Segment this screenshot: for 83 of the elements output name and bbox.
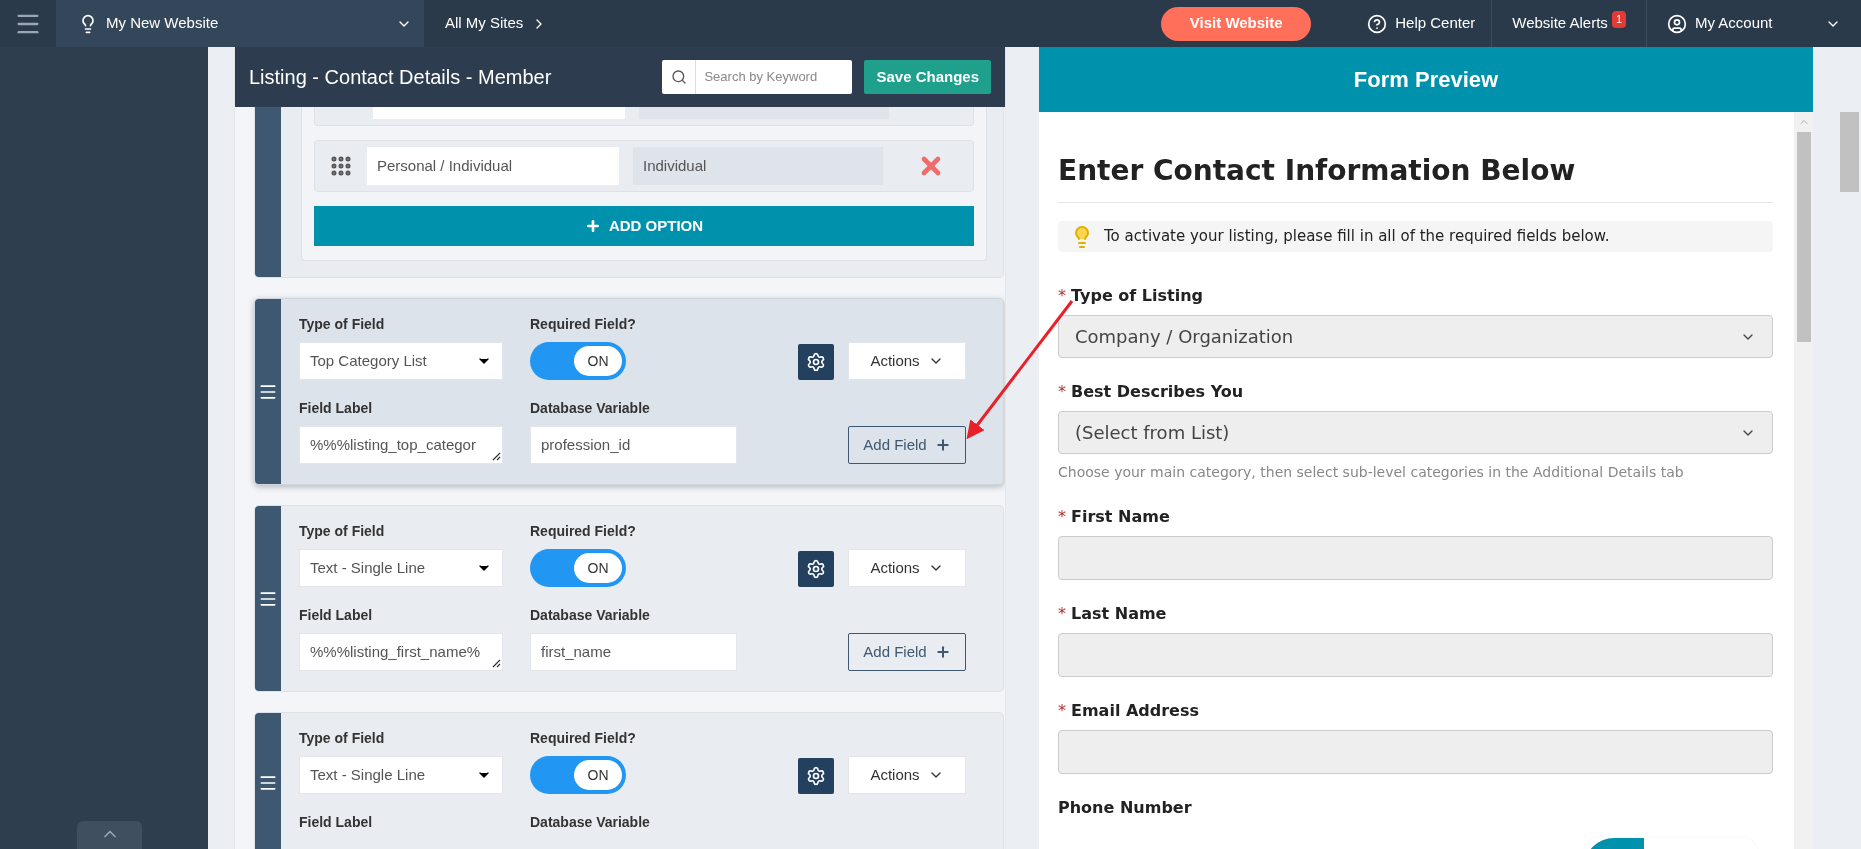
dropdown-select[interactable]: Company / Organization [1058,315,1773,358]
scrollbar[interactable] [1794,112,1813,849]
field-type-select[interactable]: Text - Single Line [299,549,503,587]
settings-button[interactable] [798,344,834,380]
option-value-input[interactable] [639,107,889,119]
required-toggle[interactable]: ON [530,342,626,380]
field-label-label: Field Label [299,399,374,418]
settings-icon [806,559,826,579]
drag-handle[interactable] [255,299,281,484]
database-variable-label: Database Variable [530,813,651,832]
scroll-top-button[interactable] [77,821,142,849]
drag-handle[interactable] [255,713,281,849]
search-icon [670,69,687,85]
actions-button[interactable]: Actions [848,549,966,587]
required-toggle[interactable]: ON [530,756,626,794]
plus-icon [934,437,951,453]
field-type-label: Type of Field [299,729,386,748]
editor-title: Listing - Contact Details - Member [249,65,553,90]
notice-text: To activate your listing, please fill in all of the required fields below. [1104,226,1610,248]
resize-handle-icon [491,658,501,668]
settings-icon [806,352,826,372]
text-input[interactable] [1058,633,1773,677]
text-input[interactable] [1058,730,1773,774]
field-label-label: Field Label [299,813,374,832]
database-variable-label: Database Variable [530,606,651,625]
required-asterisk: * [1058,285,1066,307]
field-label: Last Name [1071,603,1167,625]
required-asterisk: * [1058,381,1066,403]
add-field-button[interactable]: Add Field [848,633,966,671]
settings-button[interactable] [798,758,834,794]
preview-header: Form Preview [1039,47,1813,112]
user-icon [1667,13,1687,34]
required-asterisk: * [1058,700,1066,722]
field-label-input[interactable]: %%%listing_first_name% [299,633,503,671]
field-label-label: Field Label [299,606,374,625]
dropdown-select[interactable]: (Select from List) [1058,411,1773,454]
field-type-select[interactable]: Text - Single Line [299,756,503,794]
drag-handle[interactable] [255,506,281,691]
all-sites-link[interactable]: All My Sites [424,0,548,47]
field-label: Phone Number [1058,797,1192,819]
drag-icon [258,773,278,793]
plus-icon [934,644,951,660]
field-type-select[interactable]: Top Category List [299,342,503,380]
required-asterisk: * [1058,603,1066,625]
site-selector[interactable]: My New Website [56,0,424,47]
drag-handle[interactable] [255,107,281,277]
help-icon [1367,13,1388,34]
option-label-input[interactable]: Personal / Individual [367,147,619,185]
required-label: Required Field? [530,315,636,334]
add-field-button[interactable]: Add Field [848,426,966,464]
scrollbar-thumb[interactable] [1796,132,1811,342]
required-label: Required Field? [530,522,636,541]
search-button[interactable] [662,60,697,94]
settings-icon [806,766,826,786]
field-label: First Name [1071,506,1170,528]
database-variable-label: Database Variable [530,399,651,418]
actions-button[interactable]: Actions [848,756,966,794]
required-label: Required Field? [530,729,636,748]
field-label: Best Describes You [1071,381,1244,403]
option-label-input[interactable] [373,107,625,119]
search-field[interactable]: Search by Keyword [696,60,853,94]
form-title: Enter Contact Information Below [1058,150,1773,203]
field-label: Email Address [1071,700,1199,722]
plus-icon [584,218,601,234]
field-label: Type of Listing [1071,285,1204,307]
database-variable-input[interactable]: profession_id [530,426,737,464]
add-option-button[interactable]: ADD OPTION [314,206,974,246]
required-toggle[interactable]: ON [530,549,626,587]
required-asterisk: * [1058,506,1066,528]
settings-button[interactable] [798,551,834,587]
drag-icon [329,154,353,178]
alert-count-badge: 1 [1611,11,1626,28]
actions-button[interactable]: Actions [848,342,966,380]
scrollbar-thumb[interactable] [1840,112,1859,192]
field-type-label: Type of Field [299,315,386,334]
database-variable-input[interactable]: first_name [530,633,737,671]
field-type-label: Type of Field [299,522,386,541]
text-input[interactable] [1058,536,1773,580]
help-text: Choose your main category, then select sub-level categories in the Additional Details tab [1058,463,1685,482]
field-label-input[interactable]: %%%listing_top_categor [299,426,503,464]
account-menu[interactable]: My Account [1647,0,1861,47]
option-value-input[interactable]: Individual [633,147,883,185]
resize-handle-icon [491,451,501,461]
